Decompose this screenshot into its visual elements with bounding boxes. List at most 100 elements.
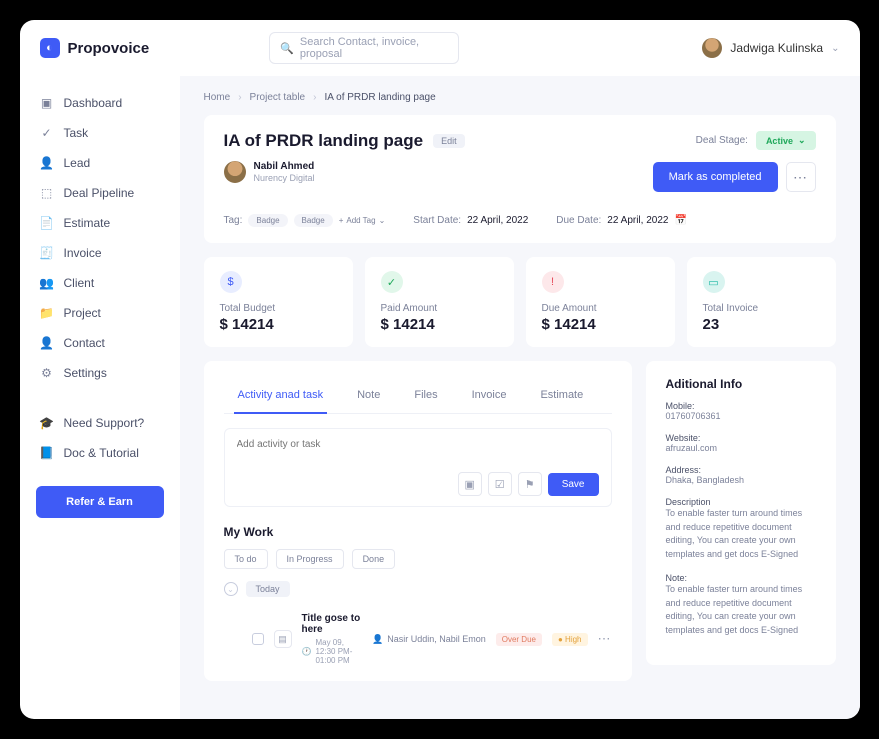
- tab-invoice[interactable]: Invoice: [468, 377, 511, 413]
- sidebar-item-contact[interactable]: 👤 Contact: [20, 328, 180, 358]
- chevron-right-icon: ›: [313, 92, 316, 103]
- tab-activity[interactable]: Activity anad task: [234, 377, 328, 413]
- breadcrumb-current: IA of PRDR landing page: [324, 92, 435, 103]
- stat-total-invoice: ▭ Total Invoice 23: [687, 257, 836, 347]
- project-header-card: IA of PRDR landing page Edit Nabil Ahmed…: [204, 115, 836, 243]
- start-date-value: 22 April, 2022: [467, 215, 528, 226]
- support-icon: 🎓: [40, 416, 54, 430]
- sidebar-item-label: Estimate: [64, 216, 111, 230]
- sidebar-item-invoice[interactable]: 🧾Invoice: [20, 238, 180, 268]
- filter-todo[interactable]: To do: [224, 549, 268, 569]
- refer-button[interactable]: Refer & Earn: [36, 486, 164, 518]
- user-menu[interactable]: Jadwiga Kulinska ⌄: [702, 38, 839, 58]
- stat-label: Total Invoice: [703, 303, 820, 314]
- tab-files[interactable]: Files: [410, 377, 441, 413]
- sidebar-item-estimate[interactable]: 📄Estimate: [20, 208, 180, 238]
- task-more-button[interactable]: ⋯: [598, 631, 612, 647]
- page-title: IA of PRDR landing page: [224, 131, 424, 151]
- dashboard-icon: ▣: [40, 96, 54, 110]
- save-button[interactable]: Save: [548, 473, 599, 496]
- deal-stage-select[interactable]: Active ⌄: [756, 131, 816, 150]
- chevron-down-icon[interactable]: ⌄: [224, 582, 238, 596]
- main: ▣Dashboard ✓Task 👤Lead ⬚Deal Pipeline 📄E…: [20, 76, 860, 719]
- pipeline-icon: ⬚: [40, 186, 54, 200]
- logo-mark-icon: ◐: [40, 38, 60, 58]
- topbar: ◐ Propovoice 🔍 Search Contact, invoice, …: [20, 20, 860, 76]
- stat-label: Due Amount: [542, 303, 659, 314]
- sidebar-item-label: Lead: [64, 156, 91, 170]
- mywork-filters: To do In Progress Done: [224, 549, 612, 569]
- sidebar-item-task[interactable]: ✓Task: [20, 118, 180, 148]
- task-checkbox[interactable]: [252, 633, 264, 645]
- sidebar-item-client[interactable]: 👥 Client: [20, 268, 180, 298]
- sidebar-item-label: Project: [64, 306, 101, 320]
- filter-done[interactable]: Done: [352, 549, 396, 569]
- calendar-icon[interactable]: 📅: [674, 215, 686, 226]
- stat-value: $ 14214: [542, 316, 659, 333]
- contact-icon: 👤: [40, 336, 54, 350]
- edit-button[interactable]: Edit: [433, 134, 465, 148]
- deal-stage-value: Active: [766, 136, 793, 146]
- filter-inprogress[interactable]: In Progress: [276, 549, 344, 569]
- sidebar-item-support[interactable]: 🎓Need Support?: [20, 408, 180, 438]
- address-value: Dhaka, Bangladesh: [666, 475, 816, 485]
- breadcrumb: Home › Project table › IA of PRDR landin…: [204, 92, 836, 103]
- task-time: May 09, 12:30 PM-01:00 PM: [315, 638, 362, 665]
- priority-badge: High: [552, 633, 588, 646]
- lead-icon: 👤: [40, 156, 54, 170]
- deal-stage-label: Deal Stage:: [696, 135, 748, 146]
- description-value: To enable faster turn around times and r…: [666, 507, 816, 561]
- tag-badge[interactable]: Badge: [294, 214, 333, 227]
- stat-total-budget: $ Total Budget $ 14214: [204, 257, 353, 347]
- sidebar-item-dashboard[interactable]: ▣Dashboard: [20, 88, 180, 118]
- task-assignees: Nasir Uddin, Nabil Emon: [387, 634, 486, 644]
- mobile-label: Mobile:: [666, 401, 816, 411]
- chevron-right-icon: ›: [238, 92, 241, 103]
- checklist-button[interactable]: ☑: [488, 472, 512, 496]
- chevron-down-icon: ⌄: [831, 43, 839, 54]
- task-title[interactable]: Title gose to here: [302, 613, 362, 635]
- due-date-value: 22 April, 2022: [607, 215, 668, 226]
- content: Home › Project table › IA of PRDR landin…: [180, 76, 860, 719]
- sidebar-item-lead[interactable]: 👤 Lead: [20, 148, 180, 178]
- stat-label: Paid Amount: [381, 303, 498, 314]
- sidebar-item-label: Client: [64, 276, 95, 290]
- website-label: Website:: [666, 433, 816, 443]
- website-value: afruzaul.com: [666, 443, 816, 453]
- overdue-badge: Over Due: [496, 633, 542, 646]
- more-actions-button[interactable]: ⋯: [786, 162, 816, 192]
- tag-badge[interactable]: Badge: [248, 214, 287, 227]
- activity-card: Activity anad task Note Files Invoice Es…: [204, 361, 632, 681]
- sidebar-item-label: Contact: [64, 336, 105, 350]
- timeline-today: ⌄ Today: [224, 581, 612, 597]
- sidebar-item-docs[interactable]: 📘Doc & Tutorial: [20, 438, 180, 468]
- breadcrumb-home[interactable]: Home: [204, 92, 231, 103]
- search-input[interactable]: 🔍 Search Contact, invoice, proposal: [269, 32, 459, 64]
- gear-icon: ⚙: [40, 366, 54, 380]
- sidebar-item-settings[interactable]: ⚙ Settings: [20, 358, 180, 388]
- description-label: Description: [666, 497, 816, 507]
- sidebar-item-label: Task: [64, 126, 89, 140]
- logo[interactable]: ◐ Propovoice: [40, 38, 150, 58]
- activity-input[interactable]: [237, 439, 599, 467]
- sidebar-item-label: Invoice: [64, 246, 102, 260]
- mark-completed-button[interactable]: Mark as completed: [653, 162, 778, 192]
- breadcrumb-project-table[interactable]: Project table: [250, 92, 306, 103]
- sidebar-item-label: Settings: [64, 366, 107, 380]
- dollar-icon: $: [220, 271, 242, 293]
- calendar-button[interactable]: ▣: [458, 472, 482, 496]
- sidebar: ▣Dashboard ✓Task 👤 Lead ⬚Deal Pipeline 📄E…: [20, 76, 180, 719]
- start-date-label: Start Date:: [413, 215, 461, 226]
- client-icon: 👥: [40, 276, 54, 290]
- tab-estimate[interactable]: Estimate: [536, 377, 587, 413]
- tab-note[interactable]: Note: [353, 377, 384, 413]
- stat-label: Total Budget: [220, 303, 337, 314]
- sidebar-item-deal-pipeline[interactable]: ⬚Deal Pipeline: [20, 178, 180, 208]
- brand-name: Propovoice: [68, 40, 150, 57]
- author-name: Nabil Ahmed: [254, 161, 315, 173]
- shield-check-icon: ✓: [381, 271, 403, 293]
- flag-button[interactable]: ⚑: [518, 472, 542, 496]
- sidebar-item-project[interactable]: 📁Project: [20, 298, 180, 328]
- add-tag-button[interactable]: + Add Tag ⌄: [339, 216, 386, 225]
- mywork-heading: My Work: [224, 525, 612, 539]
